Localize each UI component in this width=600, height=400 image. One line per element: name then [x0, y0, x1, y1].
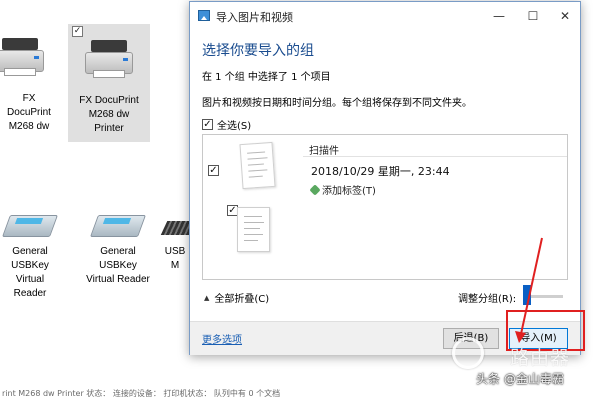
- watermark-credit: 头条 @金山毒霸: [476, 372, 564, 386]
- watermark-logo: [452, 335, 500, 371]
- watermark-brand: 路由器: [510, 347, 571, 369]
- router-logo-icon: [452, 337, 484, 369]
